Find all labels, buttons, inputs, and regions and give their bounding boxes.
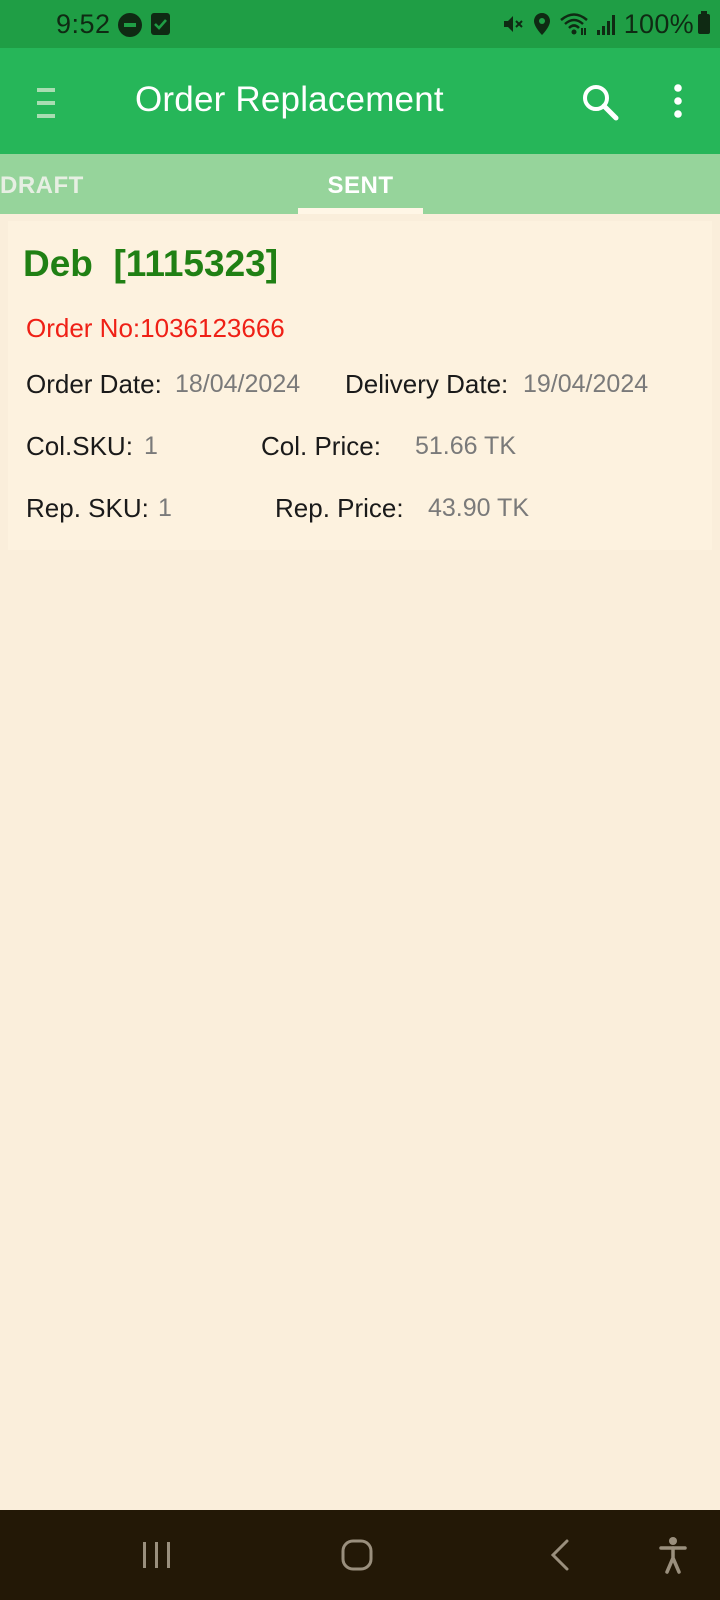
retailer-name: Deb [1115323] <box>23 243 279 284</box>
page-title: Order Replacement <box>135 80 444 119</box>
rep-sku-value: 1 <box>158 494 172 522</box>
location-icon <box>533 13 550 35</box>
signal-icon <box>596 15 615 35</box>
col-price-label: Col. Price: <box>261 431 381 461</box>
home-icon[interactable] <box>340 1538 374 1572</box>
mute-icon <box>503 16 523 32</box>
delivery-date-value: 19/04/2024 <box>523 370 649 398</box>
accessibility-icon[interactable] <box>658 1536 688 1574</box>
status-bar: 9:52 100% <box>0 0 720 48</box>
col-sku-value: 1 <box>144 432 158 460</box>
battery-icon <box>698 11 710 34</box>
delivery-date-label: Delivery Date: <box>345 369 509 399</box>
status-time: 9:52 <box>56 9 111 39</box>
recents-icon[interactable] <box>140 1540 174 1570</box>
rep-price-value: 43.90 TK <box>428 494 530 522</box>
tab-bar: DRAFT SENT <box>0 154 720 214</box>
battery-percent: 100% <box>623 8 694 39</box>
order-date-value: 18/04/2024 <box>175 370 301 398</box>
dnd-icon <box>118 13 142 37</box>
col-sku-label: Col.SKU: <box>26 431 133 461</box>
status-icons: 100% <box>494 8 710 40</box>
app-bar: Order Replacement <box>0 48 720 154</box>
checklist-icon <box>151 13 170 35</box>
tab-indicator <box>298 208 423 214</box>
order-card[interactable]: Deb [1115323] Order No:1036123666 Order … <box>8 221 712 550</box>
order-number: Order No:1036123666 <box>26 313 285 343</box>
more-icon[interactable] <box>663 82 693 122</box>
wifi-icon <box>559 13 588 35</box>
search-icon[interactable] <box>580 82 620 122</box>
col-price-value: 51.66 TK <box>415 432 517 460</box>
rep-price-label: Rep. Price: <box>275 493 404 523</box>
rep-sku-label: Rep. SKU: <box>26 493 149 523</box>
menu-icon[interactable] <box>35 86 57 120</box>
navigation-bar <box>0 1510 720 1600</box>
tab-draft[interactable]: DRAFT <box>0 172 84 200</box>
back-icon[interactable] <box>548 1538 572 1572</box>
tab-sent[interactable]: SENT <box>298 172 423 200</box>
order-date-label: Order Date: <box>26 369 162 399</box>
